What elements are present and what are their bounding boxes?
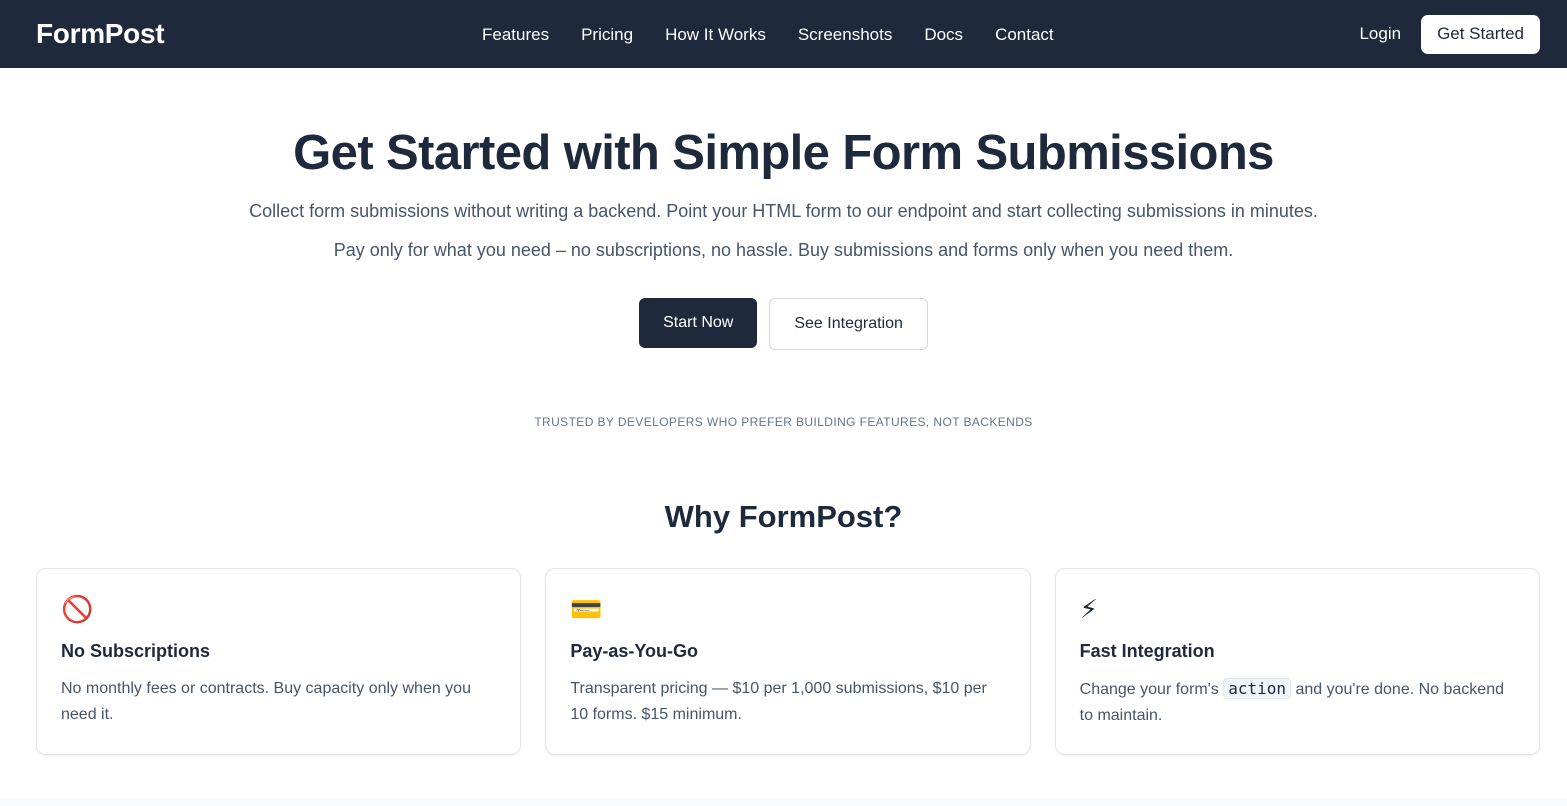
feature-card-title: No Subscriptions [61, 640, 211, 661]
credit-card-icon: 💳 [570, 594, 603, 625]
feature-card-text-before: Change your form's [1079, 680, 1224, 698]
nav-link-how-it-works[interactable]: How It Works [665, 26, 766, 43]
feature-card-fast-integration: ⚡ Fast Integration Change your form's ac… [1054, 567, 1540, 755]
feature-card-text: No monthly fees or contracts. Buy capaci… [61, 679, 471, 723]
feature-card-title: Fast Integration [1079, 640, 1215, 661]
nav-link-docs[interactable]: Docs [924, 26, 963, 43]
nav-links: Features Pricing How It Works Screenshot… [482, 0, 1086, 68]
why-heading: Why FormPost? [664, 498, 903, 534]
nav-link-screenshots[interactable]: Screenshots [798, 26, 893, 43]
trusted-by-text: TRUSTED BY DEVELOPERS WHO PREFER BUILDIN… [534, 414, 1033, 429]
nav-actions: Login Get Started [1359, 14, 1540, 54]
login-link[interactable]: Login [1359, 24, 1401, 44]
hero-subtitle-1: Collect form submissions without writing… [249, 200, 1318, 221]
top-nav: FormPost Features Pricing How It Works S… [0, 0, 1567, 68]
feature-card-no-subscriptions: 🚫 No Subscriptions No monthly fees or co… [36, 567, 522, 755]
next-section-band [0, 798, 1567, 806]
hero-section: Get Started with Simple Form Submissions… [0, 68, 1567, 429]
nav-link-pricing[interactable]: Pricing [581, 26, 633, 43]
get-started-button[interactable]: Get Started [1421, 14, 1540, 54]
no-entry-icon: 🚫 [61, 594, 94, 625]
action-code: action [1223, 677, 1292, 699]
nav-link-contact[interactable]: Contact [995, 26, 1054, 43]
feature-card-text: Transparent pricing — $10 per 1,000 subm… [570, 679, 987, 723]
why-section: Why FormPost? 🚫 No Subscriptions No mont… [0, 499, 1567, 755]
feature-card-text: Change your form's action and you're don… [1080, 676, 1515, 729]
see-integration-button[interactable]: See Integration [769, 297, 928, 350]
nav-link-features[interactable]: Features [482, 26, 549, 43]
start-now-button[interactable]: Start Now [639, 297, 758, 348]
hero-title: Get Started with Simple Form Submissions [293, 126, 1274, 180]
feature-card-title: Pay-as-You-Go [570, 640, 699, 661]
hero-cta-row: Start Now See Integration [0, 297, 1567, 350]
feature-cards: 🚫 No Subscriptions No monthly fees or co… [0, 567, 1567, 755]
lightning-icon: ⚡ [1079, 594, 1098, 625]
brand-logo[interactable]: FormPost [36, 18, 165, 50]
hero-subtitle-2: Pay only for what you need – no subscrip… [333, 239, 1234, 260]
feature-card-pay-as-you-go: 💳 Pay-as-You-Go Transparent pricing — $1… [545, 567, 1031, 755]
